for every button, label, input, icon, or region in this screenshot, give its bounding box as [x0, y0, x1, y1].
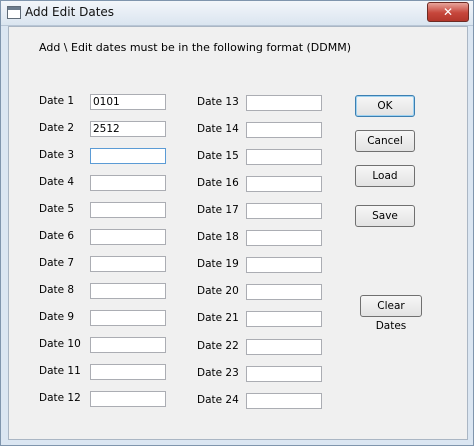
date-21-label: Date 21: [197, 312, 239, 324]
date-19-field[interactable]: [246, 257, 322, 273]
date-6-label: Date 6: [39, 230, 75, 242]
date-14-field[interactable]: [246, 122, 322, 138]
add-edit-dates-window: Add Edit Dates ✕ Add \ Edit dates must b…: [0, 0, 474, 446]
close-button[interactable]: ✕: [427, 2, 469, 22]
date-20-field[interactable]: [246, 284, 322, 300]
date-17-field[interactable]: [246, 203, 322, 219]
date-5-label: Date 5: [39, 203, 75, 215]
date-15-label: Date 15: [197, 150, 239, 162]
window-icon: [7, 6, 21, 19]
date-6-field[interactable]: [90, 229, 166, 245]
date-3-label: Date 3: [39, 149, 75, 161]
date-23-field[interactable]: [246, 366, 322, 382]
date-7-label: Date 7: [39, 257, 75, 269]
date-18-field[interactable]: [246, 230, 322, 246]
date-18-label: Date 18: [197, 231, 239, 243]
cancel-button[interactable]: Cancel: [355, 130, 415, 152]
date-22-field[interactable]: [246, 339, 322, 355]
date-2-field[interactable]: [90, 121, 166, 137]
title-bar[interactable]: Add Edit Dates ✕: [1, 1, 473, 26]
date-21-field[interactable]: [246, 311, 322, 327]
date-4-field[interactable]: [90, 175, 166, 191]
window-title: Add Edit Dates: [25, 5, 115, 19]
date-7-field[interactable]: [90, 256, 166, 272]
date-9-field[interactable]: [90, 310, 166, 326]
date-8-field[interactable]: [90, 283, 166, 299]
date-24-label: Date 24: [197, 394, 239, 406]
date-3-field[interactable]: [90, 148, 166, 164]
load-button[interactable]: Load: [355, 165, 415, 187]
date-22-label: Date 22: [197, 340, 239, 352]
date-8-label: Date 8: [39, 284, 75, 296]
date-10-label: Date 10: [39, 338, 81, 350]
date-12-label: Date 12: [39, 392, 81, 404]
date-16-field[interactable]: [246, 176, 322, 192]
date-16-label: Date 16: [197, 177, 239, 189]
date-15-field[interactable]: [246, 149, 322, 165]
date-24-field[interactable]: [246, 393, 322, 409]
clear-dates-button[interactable]: Clear Dates: [360, 295, 422, 332]
date-5-field[interactable]: [90, 202, 166, 218]
date-4-label: Date 4: [39, 176, 75, 188]
date-13-label: Date 13: [197, 96, 239, 108]
date-23-label: Date 23: [197, 367, 239, 379]
dialog-body: Add \ Edit dates must be in the followin…: [8, 26, 468, 440]
date-10-field[interactable]: [90, 337, 166, 353]
date-1-label: Date 1: [39, 95, 75, 107]
save-button[interactable]: Save: [355, 205, 415, 227]
date-12-field[interactable]: [90, 391, 166, 407]
date-1-field[interactable]: [90, 94, 166, 110]
ok-button[interactable]: OK: [355, 95, 415, 117]
format-instruction: Add \ Edit dates must be in the followin…: [39, 41, 352, 54]
date-11-field[interactable]: [90, 364, 166, 380]
date-14-label: Date 14: [197, 123, 239, 135]
date-11-label: Date 11: [39, 365, 81, 377]
date-17-label: Date 17: [197, 204, 239, 216]
date-19-label: Date 19: [197, 258, 239, 270]
date-2-label: Date 2: [39, 122, 75, 134]
date-9-label: Date 9: [39, 311, 75, 323]
date-20-label: Date 20: [197, 285, 239, 297]
date-13-field[interactable]: [246, 95, 322, 111]
